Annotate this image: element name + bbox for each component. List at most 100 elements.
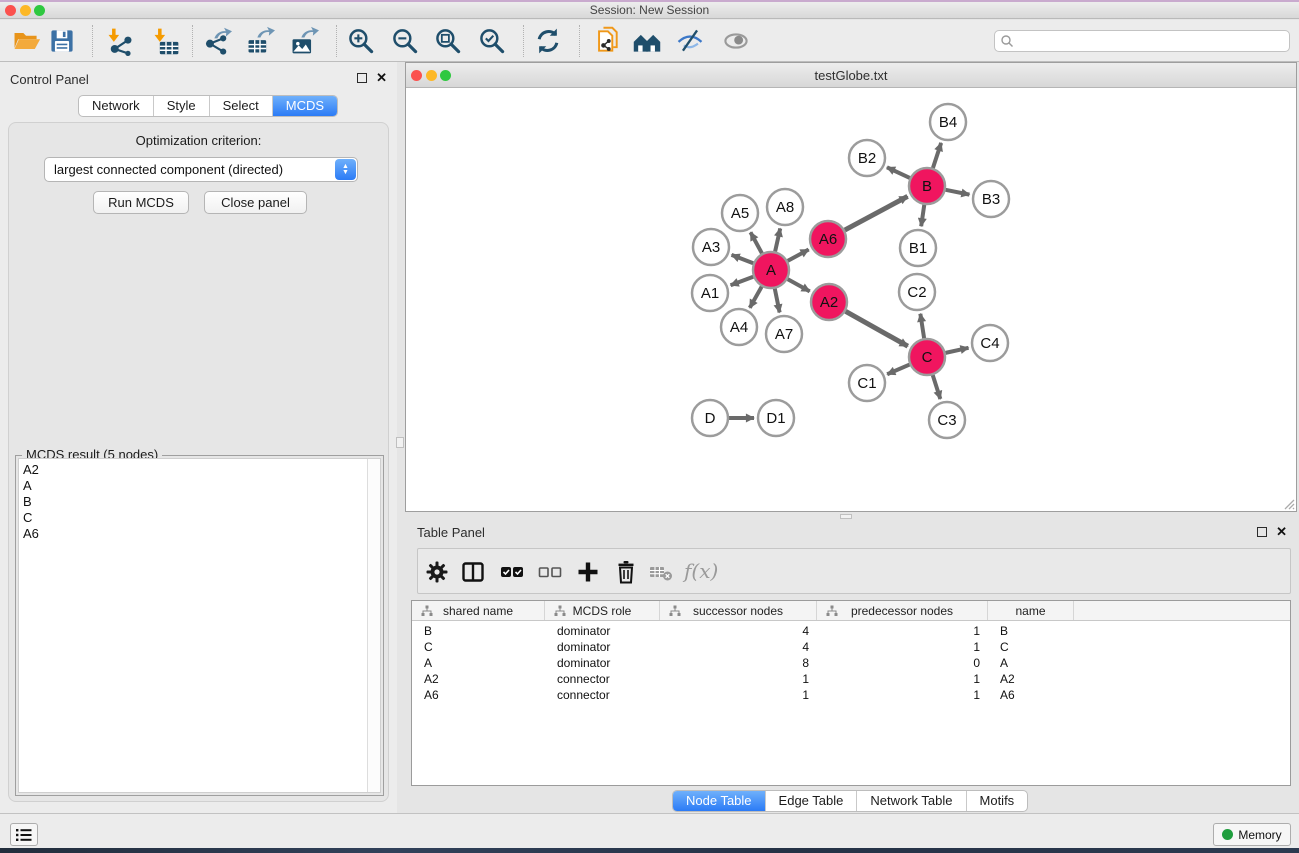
- node-B4[interactable]: B4: [930, 104, 966, 140]
- node-A8[interactable]: A8: [767, 189, 803, 225]
- cell-mcds_role[interactable]: connector: [545, 687, 660, 703]
- edge-A6-B[interactable]: [845, 196, 908, 230]
- table-row[interactable]: A6connector11A6: [412, 687, 1290, 703]
- import-table-button[interactable]: [149, 24, 183, 58]
- tab-edge-table[interactable]: Edge Table: [765, 791, 857, 811]
- table-row[interactable]: Cdominator41C: [412, 639, 1290, 655]
- import-network-button[interactable]: [103, 24, 137, 58]
- edge-B-B3[interactable]: [946, 190, 970, 195]
- node-B3[interactable]: B3: [973, 181, 1009, 217]
- cell-shared_name[interactable]: A: [412, 655, 545, 671]
- cell-name[interactable]: A6: [988, 687, 1074, 703]
- result-list-item[interactable]: A6: [23, 526, 364, 542]
- export-network-button[interactable]: [200, 24, 234, 58]
- edge-A-A3[interactable]: [732, 255, 754, 263]
- save-session-button[interactable]: [45, 24, 79, 58]
- table-row[interactable]: Adominator80A: [412, 655, 1290, 671]
- table-settings-gear-icon[interactable]: [424, 559, 450, 585]
- edge-A-A2[interactable]: [788, 279, 810, 291]
- refresh-button[interactable]: [531, 24, 565, 58]
- node-C2[interactable]: C2: [899, 274, 935, 310]
- tab-select[interactable]: Select: [209, 96, 272, 116]
- cell-mcds_role[interactable]: dominator: [545, 655, 660, 671]
- column-header-name[interactable]: name: [988, 601, 1074, 620]
- select-all-columns-icon[interactable]: [499, 559, 525, 585]
- close-table-panel-icon[interactable]: ✕: [1276, 526, 1287, 538]
- close-panel-icon[interactable]: ✕: [376, 72, 387, 84]
- cell-predecessor[interactable]: 1: [817, 623, 988, 639]
- result-list-item[interactable]: A2: [23, 462, 364, 478]
- panel-divider-handle[interactable]: [396, 437, 404, 448]
- toggle-visibility-button[interactable]: [673, 24, 707, 58]
- cell-shared_name[interactable]: A2: [412, 671, 545, 687]
- cell-name[interactable]: B: [988, 623, 1074, 639]
- mcds-result-list[interactable]: A2ABCA6: [18, 458, 381, 793]
- export-image-button[interactable]: [287, 24, 321, 58]
- criterion-dropdown[interactable]: largest connected component (directed) ▲…: [44, 157, 358, 182]
- cell-name[interactable]: A2: [988, 671, 1074, 687]
- cell-name[interactable]: A: [988, 655, 1074, 671]
- edge-A-A4[interactable]: [750, 287, 762, 308]
- home-button[interactable]: [630, 24, 664, 58]
- node-A4[interactable]: A4: [721, 309, 757, 345]
- zoom-out-button[interactable]: [388, 24, 422, 58]
- minimize-window-button[interactable]: [20, 5, 31, 16]
- search-input[interactable]: [1014, 32, 1289, 50]
- zoom-selected-button[interactable]: [475, 24, 509, 58]
- table-row[interactable]: Bdominator41B: [412, 623, 1290, 639]
- node-D[interactable]: D: [692, 400, 728, 436]
- edge-A-A8[interactable]: [775, 228, 780, 251]
- edge-C-C3[interactable]: [933, 375, 941, 399]
- scrollbar-track[interactable]: [367, 459, 380, 792]
- cell-successor[interactable]: 4: [660, 639, 817, 655]
- node-A2[interactable]: A2: [811, 284, 847, 320]
- cell-predecessor[interactable]: 1: [817, 671, 988, 687]
- delete-table-icon[interactable]: [648, 559, 674, 585]
- node-A7[interactable]: A7: [766, 316, 802, 352]
- network-close-button[interactable]: [411, 70, 422, 81]
- cell-successor[interactable]: 8: [660, 655, 817, 671]
- task-history-button[interactable]: [10, 823, 38, 846]
- cell-successor[interactable]: 4: [660, 623, 817, 639]
- result-list-item[interactable]: C: [23, 510, 364, 526]
- column-header-successor[interactable]: successor nodes: [660, 601, 817, 620]
- edge-C-C1[interactable]: [887, 365, 909, 375]
- tab-network-table[interactable]: Network Table: [856, 791, 965, 811]
- cell-successor[interactable]: 1: [660, 671, 817, 687]
- memory-button[interactable]: Memory: [1213, 823, 1291, 846]
- float-table-panel-icon[interactable]: [1257, 527, 1267, 537]
- result-list-item[interactable]: B: [23, 494, 364, 510]
- node-B2[interactable]: B2: [849, 140, 885, 176]
- cell-mcds_role[interactable]: connector: [545, 671, 660, 687]
- edge-C-C4[interactable]: [946, 348, 969, 353]
- edge-A-A7[interactable]: [775, 289, 780, 313]
- edge-B-B1[interactable]: [921, 205, 924, 226]
- cell-shared_name[interactable]: A6: [412, 687, 545, 703]
- tab-network[interactable]: Network: [79, 96, 153, 116]
- edge-C-C2[interactable]: [920, 314, 924, 338]
- node-C1[interactable]: C1: [849, 365, 885, 401]
- cell-name[interactable]: C: [988, 639, 1074, 655]
- cell-predecessor[interactable]: 1: [817, 639, 988, 655]
- network-window-titlebar[interactable]: testGlobe.txt: [406, 63, 1296, 88]
- close-panel-button[interactable]: Close panel: [204, 191, 307, 214]
- network-minimize-button[interactable]: [426, 70, 437, 81]
- clone-network-button[interactable]: [590, 24, 624, 58]
- tab-node-table[interactable]: Node Table: [673, 791, 765, 811]
- edge-A2-C[interactable]: [846, 311, 908, 346]
- cell-predecessor[interactable]: 1: [817, 687, 988, 703]
- edge-A-A5[interactable]: [751, 232, 762, 253]
- table-row[interactable]: A2connector11A2: [412, 671, 1290, 687]
- result-list-item[interactable]: A: [23, 478, 364, 494]
- column-header-predecessor[interactable]: predecessor nodes: [817, 601, 988, 620]
- open-session-button[interactable]: [9, 24, 43, 58]
- zoom-window-button[interactable]: [34, 5, 45, 16]
- node-C4[interactable]: C4: [972, 325, 1008, 361]
- zoom-fit-button[interactable]: [431, 24, 465, 58]
- node-A6[interactable]: A6: [810, 221, 846, 257]
- cell-predecessor[interactable]: 0: [817, 655, 988, 671]
- node-B[interactable]: B: [909, 168, 945, 204]
- node-A[interactable]: A: [753, 252, 789, 288]
- delete-column-trash-icon[interactable]: [613, 559, 639, 585]
- add-column-plus-icon[interactable]: [575, 559, 601, 585]
